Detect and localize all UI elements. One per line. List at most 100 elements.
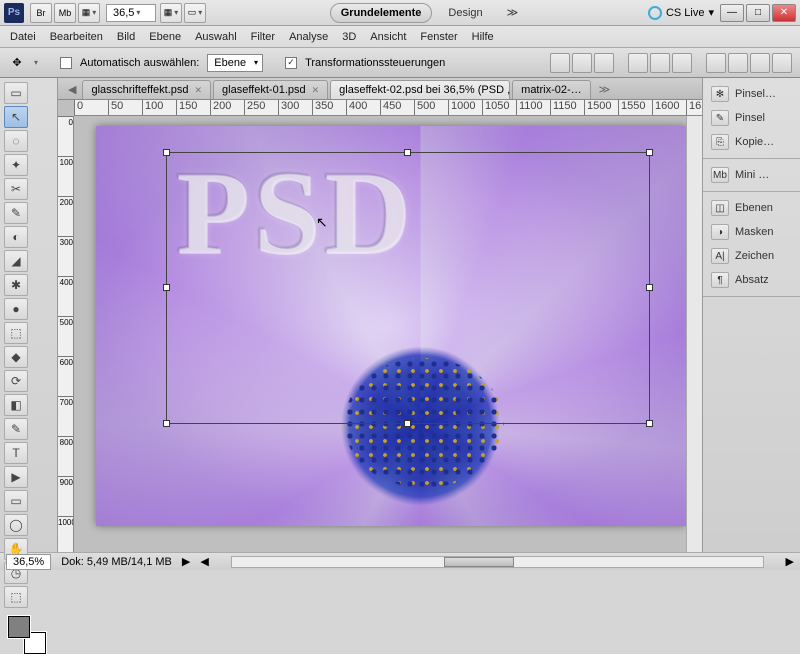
panel-minibridge[interactable]: MbMini … (703, 163, 800, 187)
minibridge-button[interactable]: Mb (54, 3, 76, 23)
tool-shape[interactable]: ▭ (4, 490, 28, 512)
transform-handle-ml[interactable] (163, 284, 170, 291)
menu-fenster[interactable]: Fenster (420, 31, 457, 43)
workspace-design[interactable]: Design (440, 4, 490, 22)
tool-gradient[interactable]: ◆ (4, 346, 28, 368)
auto-select-checkbox[interactable] (60, 57, 72, 69)
tool-history[interactable]: ● (4, 298, 28, 320)
workspace-more[interactable]: ≫ (499, 3, 527, 22)
fg-color[interactable] (8, 616, 30, 638)
scrollbar-vertical[interactable] (686, 116, 702, 552)
bridge-button[interactable]: Br (30, 3, 52, 23)
screenmode-dropdown[interactable]: ▦ (78, 3, 100, 23)
scroll-left-icon[interactable]: ◀ (200, 555, 208, 568)
menu-3d[interactable]: 3D (342, 31, 356, 43)
align-bottom[interactable] (594, 53, 614, 73)
panel-zeichen[interactable]: A|Zeichen (703, 244, 800, 268)
tool-pen[interactable]: ✎ (4, 418, 28, 440)
tool-dodge[interactable]: ◧ (4, 394, 28, 416)
ruler-horizontal[interactable]: 0501001502002503003504004505001000105011… (74, 100, 702, 116)
transform-handle-tl[interactable] (163, 149, 170, 156)
distribute-3[interactable] (750, 53, 770, 73)
close-icon[interactable]: ✕ (194, 85, 202, 96)
tool-3d[interactable]: ◯ (4, 514, 28, 536)
align-left[interactable] (628, 53, 648, 73)
distribute-2[interactable] (728, 53, 748, 73)
menu-ebene[interactable]: Ebene (149, 31, 181, 43)
transform-handle-tc[interactable] (404, 149, 411, 156)
menu-auswahl[interactable]: Auswahl (195, 31, 237, 43)
panel-pinsel-presets[interactable]: ✻Pinsel… (703, 82, 800, 106)
workspace-active[interactable]: Grundelemente (330, 3, 433, 23)
tool-heal[interactable]: ◐ (4, 226, 28, 248)
tool-crop[interactable]: ✂ (4, 178, 28, 200)
color-swatches[interactable] (8, 616, 46, 654)
close-icon[interactable]: ✕ (312, 85, 320, 96)
tool-blur[interactable]: ⟳ (4, 370, 28, 392)
window-maximize[interactable]: □ (746, 4, 770, 22)
menu-filter[interactable]: Filter (251, 31, 275, 43)
doc-tab[interactable]: matrix-02-… (512, 80, 591, 99)
panel-pinsel[interactable]: ✎Pinsel (703, 106, 800, 130)
tab-scroll-left[interactable]: ◀ (62, 80, 82, 99)
transform-controls-checkbox[interactable] (285, 57, 297, 69)
panel-kopie[interactable]: ⎘Kopie… (703, 130, 800, 154)
menu-bild[interactable]: Bild (117, 31, 135, 43)
distribute-4[interactable] (772, 53, 792, 73)
extras-dropdown[interactable]: ▭ (184, 3, 206, 23)
distribute-1[interactable] (706, 53, 726, 73)
menu-ansicht[interactable]: Ansicht (370, 31, 406, 43)
doc-tab[interactable]: glasschrifteffekt.psd✕ (82, 80, 211, 99)
cslive-label: CS Live (666, 7, 705, 19)
cslive-dropdown[interactable]: CS Live ▾ (648, 6, 714, 20)
tool-brush[interactable]: ◢ (4, 250, 28, 272)
tab-label: glaseffekt-01.psd (222, 84, 306, 96)
tool-type[interactable]: T (4, 442, 28, 464)
tool-lasso[interactable]: ◌ (4, 130, 28, 152)
panel-masken[interactable]: ◑Masken (703, 220, 800, 244)
menu-hilfe[interactable]: Hilfe (472, 31, 494, 43)
transform-handle-tr[interactable] (646, 149, 653, 156)
panel-absatz[interactable]: ¶Absatz (703, 268, 800, 292)
tool-wand[interactable]: ✦ (4, 154, 28, 176)
tool-path[interactable]: ▶ (4, 466, 28, 488)
status-zoom[interactable]: 36,5% (6, 554, 51, 570)
scroll-right-icon[interactable]: ▶ (786, 555, 794, 568)
canvas-viewport[interactable]: PSD ↖ (74, 116, 686, 552)
tool-eraser[interactable]: ⬚ (4, 322, 28, 344)
status-docinfo[interactable]: Dok: 5,49 MB/14,1 MB (61, 556, 172, 568)
ruler-vertical[interactable]: 01002003004005006007008009001000 (58, 116, 74, 552)
transform-handle-bc[interactable] (404, 420, 411, 427)
align-top[interactable] (550, 53, 570, 73)
scroll-thumb[interactable] (444, 557, 514, 567)
cursor-icon: ↖ (316, 214, 328, 231)
align-right[interactable] (672, 53, 692, 73)
menu-bearbeiten[interactable]: Bearbeiten (50, 31, 103, 43)
chevron-right-icon[interactable]: ▶ (182, 555, 190, 568)
tool-stamp[interactable]: ✱ (4, 274, 28, 296)
tool-zoom[interactable]: ⬚ (4, 586, 28, 608)
panel-ebenen[interactable]: ◫Ebenen (703, 196, 800, 220)
arrange-dropdown[interactable]: ▦ (160, 3, 182, 23)
zoom-field[interactable]: 36,5 (106, 4, 156, 22)
transform-handle-bl[interactable] (163, 420, 170, 427)
window-close[interactable]: ✕ (772, 4, 796, 22)
scrollbar-horizontal[interactable] (231, 556, 764, 568)
transform-handle-br[interactable] (646, 420, 653, 427)
align-vcenter[interactable] (572, 53, 592, 73)
doc-tab-active[interactable]: glaseffekt-02.psd bei 36,5% (PSD , RGB/8… (330, 80, 510, 99)
window-minimize[interactable]: — (720, 4, 744, 22)
transform-bounding-box[interactable] (166, 152, 650, 424)
align-hcenter[interactable] (650, 53, 670, 73)
tool-marquee[interactable]: ▭ (4, 82, 28, 104)
tab-scroll-right[interactable]: ≫ (593, 80, 617, 99)
minibridge-icon: Mb (711, 167, 729, 183)
transform-handle-mr[interactable] (646, 284, 653, 291)
menu-analyse[interactable]: Analyse (289, 31, 328, 43)
tool-eyedrop[interactable]: ✎ (4, 202, 28, 224)
doc-tab[interactable]: glaseffekt-01.psd ✕ (213, 80, 328, 99)
menu-datei[interactable]: Datei (10, 31, 36, 43)
canvas[interactable]: PSD ↖ (96, 126, 686, 526)
layer-type-dropdown[interactable]: Ebene (207, 54, 263, 72)
tool-move[interactable]: ↖ (4, 106, 28, 128)
